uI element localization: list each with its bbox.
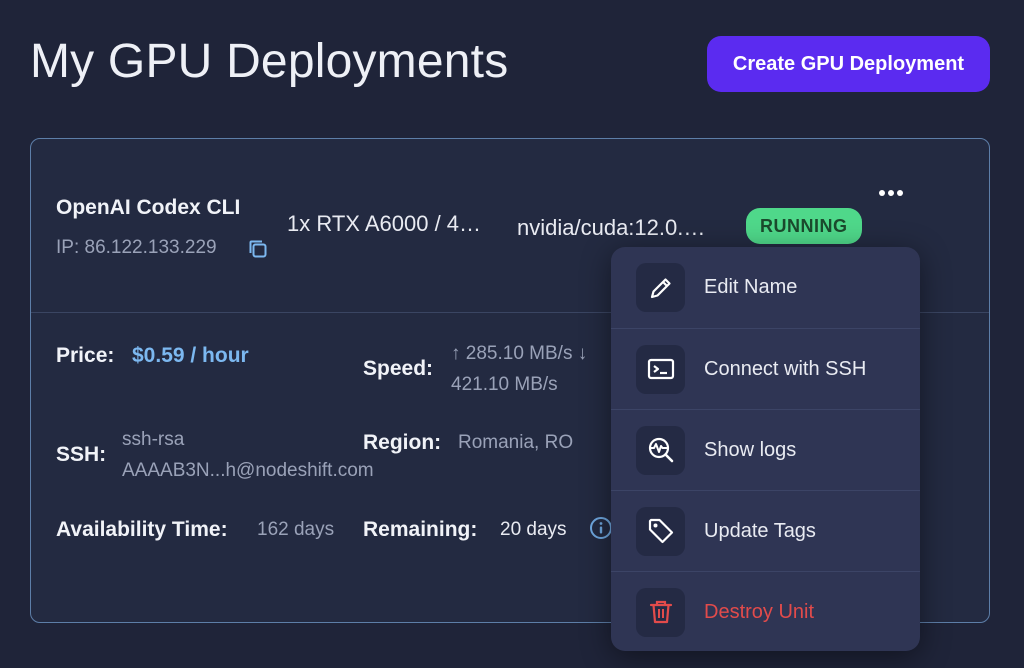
remaining-label: Remaining: [363, 518, 478, 541]
copy-icon[interactable] [247, 238, 269, 260]
price-label: Price: [56, 344, 115, 367]
info-icon[interactable] [589, 516, 613, 540]
region-value: Romania, RO [458, 432, 574, 453]
ssh-key-line2: AAAAB3N...h@nodeshift.com [122, 460, 374, 481]
terminal-icon [636, 344, 685, 394]
region-label: Region: [363, 431, 442, 454]
gpu-spec: 1x RTX A6000 / 4… [287, 211, 482, 236]
container-image: nvidia/cuda:12.0.… [517, 215, 706, 240]
availability-value: 162 days [257, 519, 335, 540]
remaining-value: 20 days [500, 519, 567, 540]
menu-item-label: Update Tags [704, 519, 816, 542]
speed-download: 421.10 MB/s [451, 374, 558, 395]
ssh-key-line1: ssh-rsa [122, 429, 185, 450]
deployment-ip: IP: 86.122.133.229 [56, 237, 217, 258]
page-title: My GPU Deployments [30, 35, 509, 88]
menu-item-edit-name[interactable]: Edit Name [611, 247, 920, 328]
create-gpu-deployment-button[interactable]: Create GPU Deployment [707, 36, 990, 92]
menu-item-label: Show logs [704, 438, 797, 461]
trash-icon [636, 587, 685, 637]
menu-item-show-logs[interactable]: Show logs [611, 409, 920, 490]
menu-item-destroy-unit[interactable]: Destroy Unit [611, 571, 920, 651]
menu-item-connect-ssh[interactable]: Connect with SSH [611, 328, 920, 409]
deployment-actions-menu: Edit Name Connect with SSH Show logs Upd… [611, 247, 920, 651]
menu-item-label: Destroy Unit [704, 600, 815, 623]
menu-item-label: Edit Name [704, 276, 798, 298]
speed-upload: ↑ 285.10 MB/s ↓ [451, 343, 588, 364]
price-value: $0.59 / hour [132, 344, 249, 367]
status-badge: RUNNING [746, 208, 862, 244]
menu-item-update-tags[interactable]: Update Tags [611, 490, 920, 571]
menu-item-label: Connect with SSH [704, 357, 867, 380]
ssh-label: SSH: [56, 443, 107, 466]
tag-icon [636, 506, 685, 556]
more-options-icon[interactable] [876, 181, 906, 205]
speed-label: Speed: [363, 357, 434, 380]
pencil-icon [636, 263, 685, 312]
deployment-name: OpenAI Codex CLI [56, 196, 241, 219]
logs-search-icon [636, 425, 685, 475]
availability-label: Availability Time: [56, 518, 228, 541]
